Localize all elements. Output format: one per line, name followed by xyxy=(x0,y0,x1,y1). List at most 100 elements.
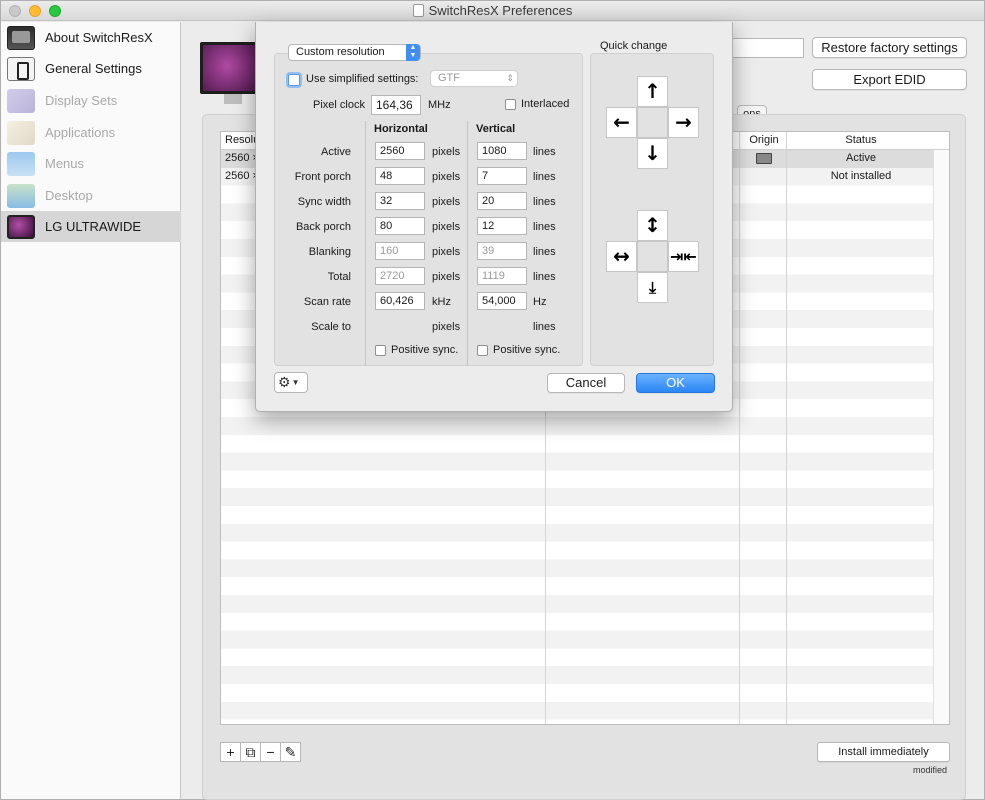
monitor-stand-icon xyxy=(224,94,242,104)
ok-button[interactable]: OK xyxy=(636,373,715,393)
h-sync-width-unit: pixels xyxy=(432,196,461,208)
v-positive-sync-label: Positive sync. xyxy=(493,344,561,356)
h-active-input[interactable]: 2560 xyxy=(375,142,425,160)
v-active-unit: lines xyxy=(533,146,556,158)
h-back-porch-input[interactable]: 80 xyxy=(375,217,425,235)
display-name-field[interactable] xyxy=(722,38,804,58)
h-blanking-input: 160 xyxy=(375,242,425,260)
export-edid-button[interactable]: Export EDID xyxy=(812,69,967,90)
h-sync-width-input[interactable]: 32 xyxy=(375,192,425,210)
h-total-unit: pixels xyxy=(432,271,461,283)
h-blanking-unit: pixels xyxy=(432,246,461,258)
shrink-horizontal-icon[interactable]: ⇥⇤ xyxy=(668,241,699,272)
h-back-porch-unit: pixels xyxy=(432,221,461,233)
horizontal-header: Horizontal xyxy=(374,123,428,135)
duplicate-resolution-button[interactable]: ⧉ xyxy=(240,742,261,762)
h-positive-sync-checkbox[interactable] xyxy=(375,345,386,356)
column-separator xyxy=(467,121,468,366)
scan-rate-label: Scan rate xyxy=(303,296,351,308)
chevron-updown-icon: ▲ ▼ xyxy=(406,44,420,61)
sidebar-item-desktop[interactable]: Desktop xyxy=(1,180,181,211)
use-simplified-checkbox[interactable] xyxy=(288,74,300,86)
move-right-icon[interactable]: → xyxy=(668,107,699,138)
back-porch-label: Back porch xyxy=(295,221,351,233)
front-porch-label: Front porch xyxy=(294,171,351,183)
sidebar-item-menus[interactable]: Menus xyxy=(1,148,181,179)
quick-change-box: ↑ ← → ↓ ↕ ↔ ⇥⇤ ⤓ xyxy=(590,53,714,366)
v-blanking-input: 39 xyxy=(477,242,527,260)
v-active-input[interactable]: 1080 xyxy=(477,142,527,160)
column-separator xyxy=(365,121,366,366)
column-divider xyxy=(786,132,787,724)
move-down-icon[interactable]: ↓ xyxy=(637,138,668,169)
pixel-clock-label: Pixel clock xyxy=(313,99,365,111)
shrink-vertical-icon[interactable]: ⤓ xyxy=(637,272,668,303)
gear-icon: ⚙ xyxy=(278,374,291,390)
settings-icon xyxy=(7,56,35,81)
about-icon xyxy=(7,25,35,50)
v-total-unit: lines xyxy=(533,271,556,283)
v-positive-sync-checkbox[interactable] xyxy=(477,345,488,356)
sidebar-item-display-sets[interactable]: Display Sets xyxy=(1,85,181,116)
v-sync-width-unit: lines xyxy=(533,196,556,208)
window-title: SwitchResX Preferences xyxy=(428,3,573,18)
sidebar-item-label: Applications xyxy=(45,125,116,140)
v-scan-rate-input[interactable]: 54,000 xyxy=(477,292,527,310)
sidebar-item-label: General Settings xyxy=(45,61,142,76)
v-scan-rate-unit: Hz xyxy=(533,296,547,308)
install-immediately-button[interactable]: Install immediately xyxy=(817,742,950,762)
edit-resolution-button[interactable]: ✎ xyxy=(280,742,301,762)
table-scrollbar[interactable] xyxy=(933,150,949,724)
display-sets-icon xyxy=(7,88,35,113)
v-back-porch-input[interactable]: 12 xyxy=(477,217,527,235)
expand-horizontal-icon[interactable]: ↔ xyxy=(606,241,637,272)
active-label: Active xyxy=(321,146,351,158)
move-left-icon[interactable]: ← xyxy=(606,107,637,138)
h-scan-rate-input[interactable]: 60,426 xyxy=(375,292,425,310)
timing-settings-box: Custom resolution ▲ ▼ Use simplified sett… xyxy=(274,44,583,366)
v-total-input: 1119 xyxy=(477,267,527,285)
app-document-icon xyxy=(412,4,424,17)
add-resolution-button[interactable]: + xyxy=(220,742,241,762)
pixel-clock-input[interactable]: 164,36 xyxy=(371,95,421,115)
h-front-porch-input[interactable]: 48 xyxy=(375,167,425,185)
sidebar-item-lg-ultrawide[interactable]: LG ULTRAWIDE xyxy=(1,211,181,242)
desktop-icon xyxy=(7,183,35,208)
column-header-origin[interactable]: Origin xyxy=(741,132,787,150)
cell-resolution: 2560 × xyxy=(225,169,259,182)
column-divider xyxy=(739,132,740,724)
sidebar-item-general-settings[interactable]: General Settings xyxy=(1,53,181,84)
v-sync-width-input[interactable]: 20 xyxy=(477,192,527,210)
h-scan-rate-unit: kHz xyxy=(432,296,451,308)
use-simplified-label: Use simplified settings: xyxy=(306,73,419,85)
cancel-button[interactable]: Cancel xyxy=(547,373,625,393)
display-icon xyxy=(7,214,35,239)
menus-icon xyxy=(7,151,35,176)
total-label: Total xyxy=(327,271,351,283)
sidebar-item-label: Menus xyxy=(45,156,85,171)
simplified-standard-value: GTF xyxy=(438,72,460,84)
column-header-status[interactable]: Status xyxy=(787,132,935,150)
restore-factory-settings-button[interactable]: Restore factory settings xyxy=(812,37,967,58)
gear-menu-button[interactable]: ⚙▼ xyxy=(274,372,308,393)
cell-status: Active xyxy=(846,152,876,164)
remove-resolution-button[interactable]: − xyxy=(260,742,281,762)
resize-center xyxy=(637,241,668,272)
h-active-unit: pixels xyxy=(432,146,461,158)
simplified-standard-popup[interactable]: GTF ⇕ xyxy=(430,70,518,87)
v-back-porch-unit: lines xyxy=(533,221,556,233)
v-front-porch-unit: lines xyxy=(533,171,556,183)
blanking-label: Blanking xyxy=(308,246,351,258)
sidebar-item-label: Display Sets xyxy=(45,93,118,108)
move-up-icon[interactable]: ↑ xyxy=(637,76,668,107)
vertical-header: Vertical xyxy=(476,123,516,135)
interlaced-checkbox[interactable] xyxy=(505,99,516,110)
sidebar-item-about[interactable]: About SwitchResX xyxy=(1,22,181,53)
quick-change-label: Quick change xyxy=(600,40,668,52)
resolution-type-popup[interactable]: Custom resolution ▲ ▼ xyxy=(288,44,421,61)
interlaced-label: Interlaced xyxy=(521,98,570,110)
cell-status: Not installed xyxy=(830,169,892,182)
expand-vertical-icon[interactable]: ↕ xyxy=(637,210,668,241)
sidebar-item-applications[interactable]: Applications xyxy=(1,117,181,148)
v-front-porch-input[interactable]: 7 xyxy=(477,167,527,185)
